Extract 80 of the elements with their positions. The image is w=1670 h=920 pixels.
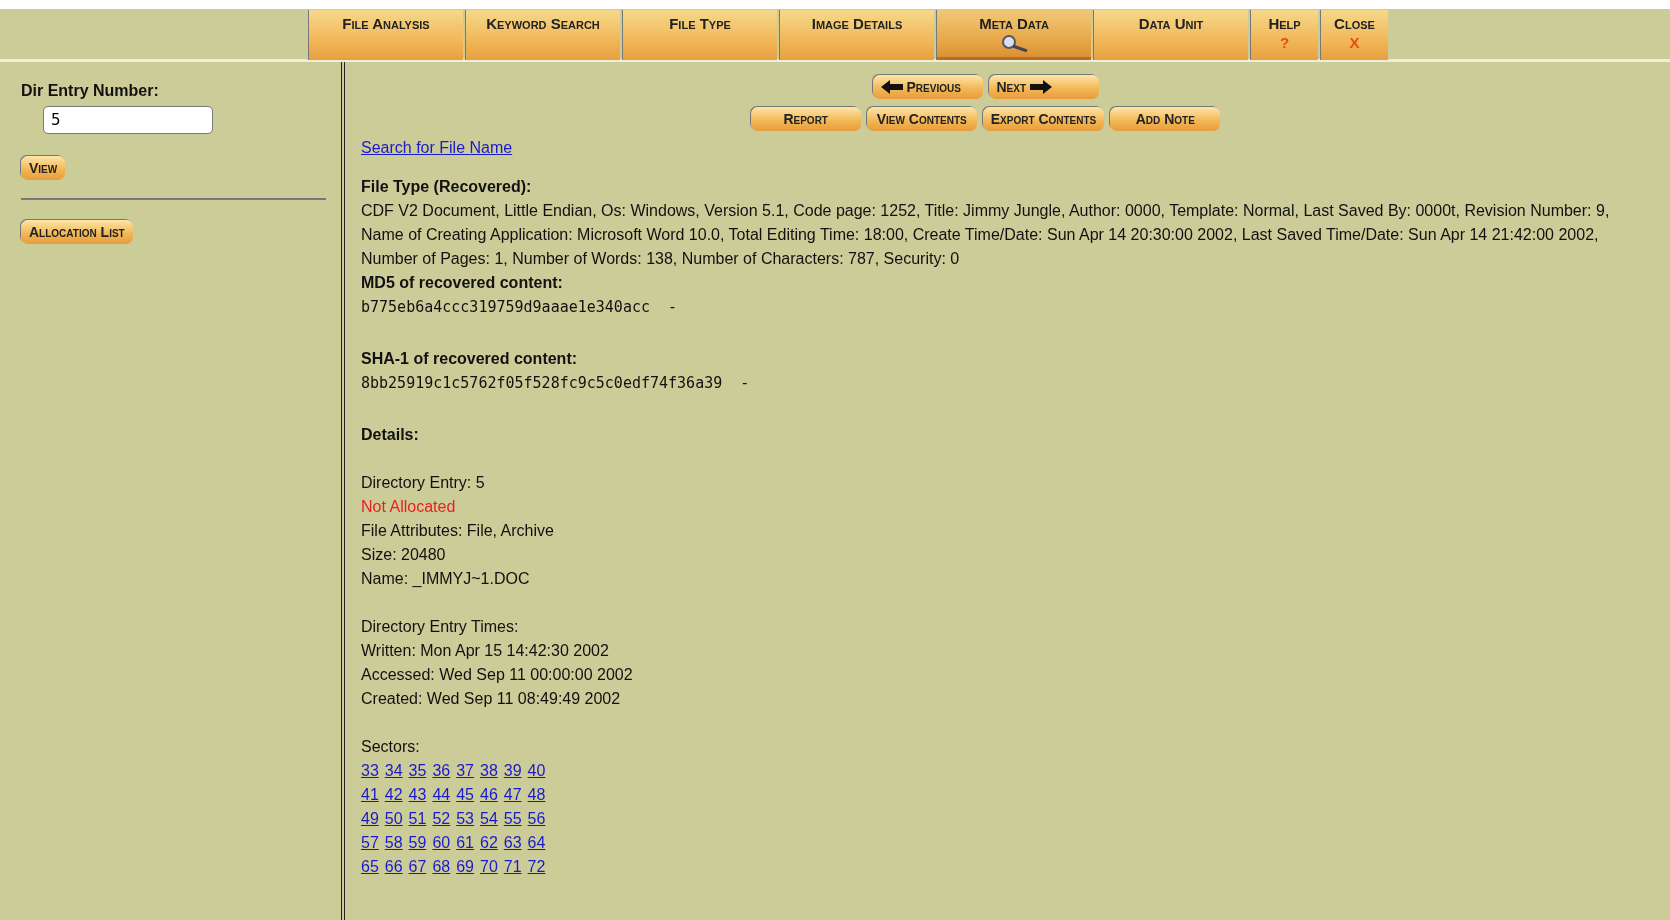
right-arrow-icon: [1030, 80, 1053, 94]
detail-line: Accessed: Wed Sep 11 00:00:00 2002: [361, 665, 634, 685]
sector-link[interactable]: 43: [408, 783, 427, 807]
action-button[interactable]: Export Contents: [982, 107, 1105, 131]
sector-link[interactable]: 64: [527, 831, 546, 855]
sector-link[interactable]: 61: [456, 831, 474, 855]
detail-line: Not Allocated: [361, 497, 457, 517]
sector-link[interactable]: 59: [408, 831, 427, 855]
sector-link[interactable]: 33: [361, 759, 379, 783]
sector-link[interactable]: 48: [527, 783, 546, 807]
sector-link[interactable]: 60: [432, 831, 451, 855]
field-label: Dir Entry Number:: [21, 82, 160, 100]
sector-link[interactable]: 63: [503, 831, 522, 855]
tab-glyph: ?: [1279, 34, 1290, 51]
sector-link[interactable]: 67: [408, 855, 427, 879]
sector-link[interactable]: 62: [480, 831, 498, 855]
sector-link[interactable]: 42: [384, 783, 403, 807]
previous-button[interactable]: Previous: [872, 75, 983, 99]
sector-link[interactable]: 50: [384, 807, 403, 831]
section-heading: Details:: [361, 425, 420, 445]
left-arrow-icon: [880, 80, 903, 94]
sector-link[interactable]: 45: [456, 783, 474, 807]
detail-line: Sectors:: [361, 737, 421, 757]
sector-link[interactable]: 53: [456, 807, 474, 831]
action-button[interactable]: Add Note: [1110, 107, 1221, 131]
detail-line: Size: 20480: [361, 545, 447, 565]
detail-line: File Attributes: File, Archive: [361, 521, 555, 541]
detail-line: Written: Mon Apr 15 14:42:30 2002: [361, 641, 610, 661]
toolbar-tab[interactable]: Image Details: [779, 10, 934, 60]
sector-link[interactable]: 39: [503, 759, 522, 783]
toolbar-tab[interactable]: Help ?: [1250, 10, 1318, 60]
toolbar-tab[interactable]: Meta Data: [936, 10, 1091, 60]
section-heading: SHA-1 of recovered content:: [361, 349, 579, 369]
hash-value: b775eb6a4ccc319759d9aaae1e340acc -: [361, 297, 679, 318]
action-button[interactable]: Report: [750, 107, 861, 131]
sector-link[interactable]: 54: [480, 807, 498, 831]
detail-line: Name: _IMMYJ~1.DOC: [361, 569, 531, 589]
sector-link[interactable]: 40: [527, 759, 546, 783]
toolbar-tab[interactable]: File Analysis: [308, 10, 463, 60]
section-heading: MD5 of recovered content:: [361, 273, 564, 293]
sector-link[interactable]: 34: [384, 759, 403, 783]
sector-link[interactable]: 56: [527, 807, 546, 831]
hash-value: 8bb25919c1c5762f05f528fc9c5c0edf74f36a39 -: [361, 373, 751, 394]
action-button[interactable]: View Contents: [866, 107, 977, 131]
file-type-text: CDF V2 Document, Little Endian, Os: Windows, Version 5.1, Code page: 1252, Title: Jimmy Jungle, Author: 0000, Template: Normal, Last Saved By: 0000t, Revision Number: 9, Name of Creating Application: Microsoft Word 10.0, Total Editing Time: 18:00, Create Time/Date: Sun Apr 14 20:30:00 2002, Last Saved Time/Date: Sun Apr 14 21:42:00 2002, Number of Pages: 1, Number of Words: 138, Number of Characters: 787, Security: 0: [361, 201, 1611, 269]
sector-link[interactable]: 35: [408, 759, 427, 783]
sector-link[interactable]: 47: [503, 783, 522, 807]
toolbar-tab[interactable]: Data Unit: [1093, 10, 1248, 60]
detail-line: Created: Wed Sep 11 08:49:49 2002: [361, 689, 622, 709]
tab-glyph: X: [1349, 34, 1360, 51]
view-button[interactable]: View: [21, 156, 66, 180]
sector-link[interactable]: 72: [527, 855, 546, 879]
sector-link[interactable]: 70: [480, 855, 498, 879]
search-link[interactable]: Search for File Name: [361, 139, 513, 157]
input-field[interactable]: 5: [43, 106, 213, 134]
section-heading: File Type (Recovered):: [361, 177, 533, 197]
detail-line: Directory Entry: 5: [361, 473, 486, 493]
sector-link[interactable]: 68: [432, 855, 451, 879]
sector-link[interactable]: 66: [384, 855, 403, 879]
sector-link[interactable]: 69: [456, 855, 474, 879]
toolbar-tab[interactable]: File Type: [622, 10, 777, 60]
sector-link[interactable]: 57: [361, 831, 379, 855]
sector-link[interactable]: 38: [480, 759, 498, 783]
sector-link[interactable]: 46: [480, 783, 498, 807]
sector-link[interactable]: 41: [361, 783, 379, 807]
sector-link[interactable]: 37: [456, 759, 474, 783]
toolbar-tab[interactable]: Close X: [1320, 10, 1388, 60]
sector-link[interactable]: 52: [432, 807, 451, 831]
allocation-list-button[interactable]: Allocation List: [21, 220, 133, 244]
next-button[interactable]: Next: [988, 75, 1099, 99]
sector-link[interactable]: 55: [503, 807, 522, 831]
sector-link[interactable]: 71: [503, 855, 522, 879]
sector-link[interactable]: 36: [432, 759, 451, 783]
sector-link[interactable]: 65: [361, 855, 379, 879]
sector-link[interactable]: 44: [432, 783, 451, 807]
sector-link[interactable]: 51: [408, 807, 427, 831]
detail-line: Directory Entry Times:: [361, 617, 520, 637]
sector-link[interactable]: 49: [361, 807, 379, 831]
toolbar-tab[interactable]: Keyword Search: [465, 10, 620, 60]
sector-link[interactable]: 58: [384, 831, 403, 855]
